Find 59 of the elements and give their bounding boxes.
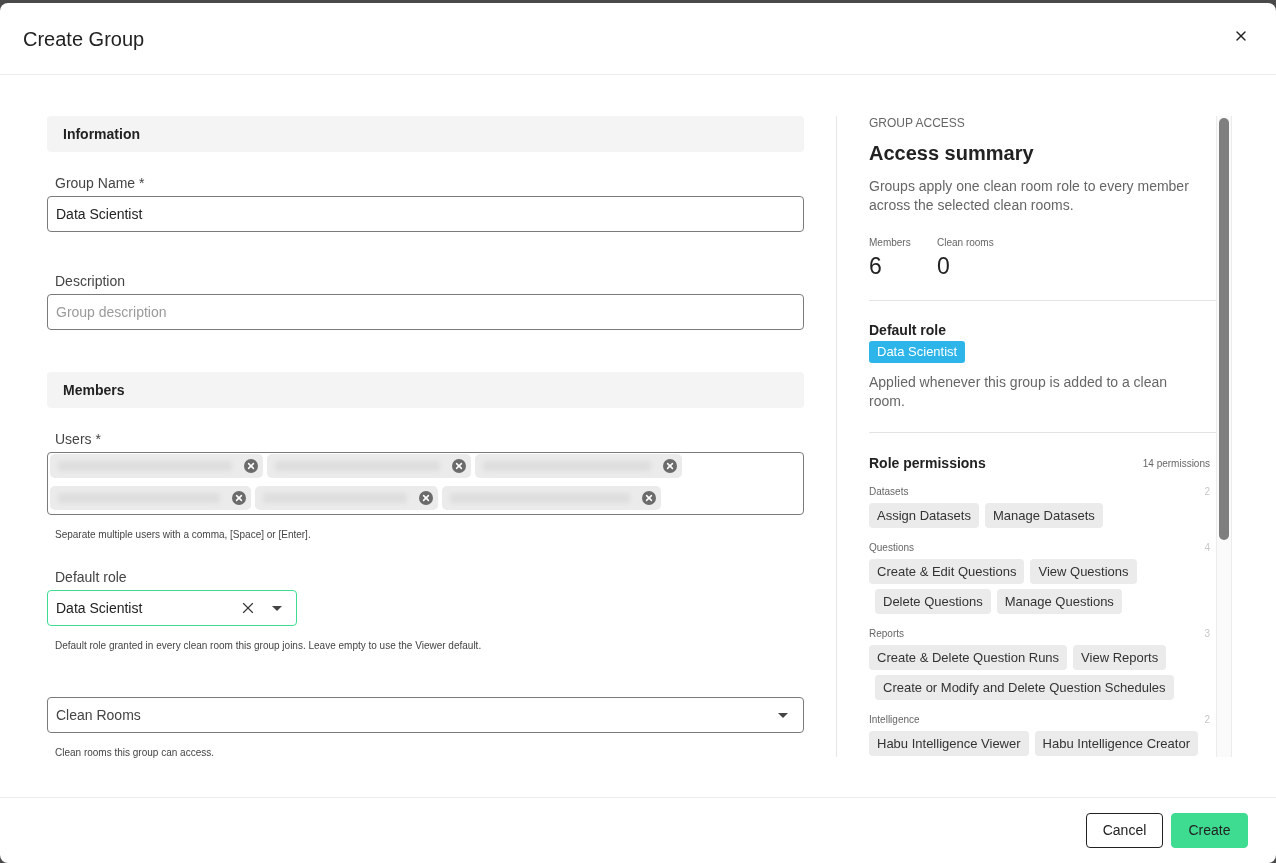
category-label: Intelligence	[869, 713, 920, 726]
subsection-heading: Default role	[869, 321, 947, 340]
stat-value: 6	[869, 252, 883, 280]
permission-tag: View Reports	[1073, 645, 1167, 670]
cancel-button[interactable]: Cancel	[1086, 813, 1163, 848]
helper-text: Clean rooms this group can access.	[55, 747, 214, 758]
permission-tag: View Questions	[1030, 559, 1137, 584]
field-label: Users *	[55, 431, 101, 447]
create-button[interactable]: Create	[1171, 813, 1248, 848]
user-chip[interactable]	[50, 486, 251, 510]
section-header: Information	[47, 116, 804, 152]
user-chip[interactable]	[475, 454, 682, 478]
category-label: Questions	[869, 541, 915, 554]
remove-icon[interactable]	[419, 491, 433, 505]
remove-icon[interactable]	[452, 459, 466, 473]
stat-value: 0	[937, 252, 951, 280]
permission-tag: Manage Datasets	[984, 503, 1103, 528]
permission-tag: Create & Delete Question Runs	[869, 645, 1068, 670]
permission-tag: Habu Intelligence Viewer	[869, 731, 1029, 756]
default-role-select[interactable]: Data Scientist	[47, 590, 297, 626]
field-label: Default role	[55, 569, 127, 585]
dropdown-caret-icon[interactable]	[272, 605, 282, 611]
group-name-input[interactable]: Data Scientist	[47, 196, 804, 232]
panel-title: Access summary	[869, 141, 1035, 166]
remove-icon[interactable]	[642, 491, 656, 505]
permission-tag: Create or Modify and Delete Question Schedules	[875, 675, 1174, 700]
category-label: Reports	[869, 627, 904, 640]
user-chip[interactable]	[50, 454, 263, 478]
role-note: Applied whenever this group is added to a clean room.	[869, 373, 1169, 411]
field-label: Group Name *	[55, 175, 145, 191]
permission-tag: Manage Questions	[996, 589, 1122, 614]
user-chip[interactable]	[442, 486, 661, 510]
field-label: Description	[55, 273, 126, 289]
panel-description: Groups apply one clean room role to every member across the selected clean rooms.	[869, 177, 1190, 215]
user-chip[interactable]	[267, 454, 471, 478]
subsection-heading: Role permissions	[869, 454, 986, 473]
permission-tag: Delete Questions	[875, 589, 991, 614]
section-eyebrow: GROUP ACCESS	[869, 116, 966, 131]
helper-text: Separate multiple users with a comma, [Space] or [Enter].	[55, 529, 311, 540]
remove-icon[interactable]	[663, 459, 677, 473]
stat-label: Clean rooms	[937, 236, 994, 249]
remove-icon[interactable]	[232, 491, 246, 505]
permission-tag: Create & Edit Questions	[869, 559, 1025, 584]
remove-icon[interactable]	[244, 459, 258, 473]
section-header: Members	[47, 372, 804, 408]
permission-tag: Assign Datasets	[869, 503, 979, 528]
dialog-title: Create Group	[23, 26, 145, 52]
dropdown-caret-icon[interactable]	[778, 712, 788, 718]
clean-rooms-select[interactable]: Clean Rooms	[47, 697, 804, 733]
category-label: Datasets	[869, 485, 909, 498]
users-field[interactable]	[47, 452, 804, 515]
permission-tag: Habu Intelligence Creator	[1034, 731, 1198, 756]
permission-count: 14 permissions	[1142, 456, 1210, 471]
helper-text: Default role granted in every clean room this group joins. Leave empty to use the Viewer default.	[55, 640, 482, 651]
description-input[interactable]: Group description	[47, 294, 804, 330]
role-badge: Data Scientist	[869, 341, 966, 363]
user-chip[interactable]	[255, 486, 438, 510]
scrollbar-thumb[interactable]	[1219, 118, 1229, 540]
stat-label: Members	[869, 236, 912, 249]
